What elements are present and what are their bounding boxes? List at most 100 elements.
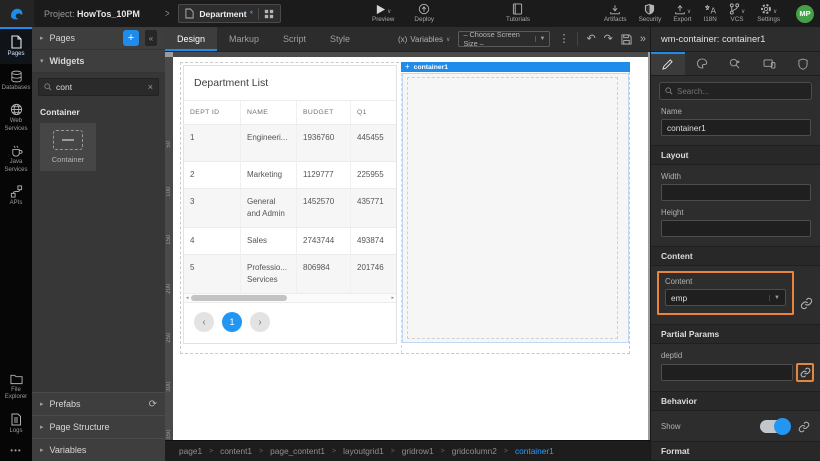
clear-search-icon[interactable]: × — [148, 82, 153, 92]
tab-script[interactable]: Script — [271, 27, 318, 51]
name-label: Name — [661, 107, 810, 116]
properties-search-input[interactable] — [677, 87, 806, 96]
breadcrumb-item[interactable]: content1 — [220, 446, 252, 456]
rail-item-apis[interactable]: APIs — [0, 179, 32, 213]
drag-handle-icon[interactable]: + — [405, 63, 410, 71]
data-table-widget[interactable]: Department List DEPT ID NAME BUDGET Q1 1… — [183, 65, 397, 344]
deploy-button[interactable]: Deploy — [414, 4, 434, 23]
tutorials-button[interactable]: Tutorials — [506, 4, 530, 23]
more-options-icon[interactable]: ⋮ — [558, 34, 569, 45]
container1-inner-dropzone[interactable] — [407, 77, 618, 339]
rail-item-logs[interactable]: Logs — [0, 407, 32, 441]
collapse-right-panel-icon[interactable]: » — [640, 34, 646, 45]
tab-markup[interactable]: Markup — [217, 27, 271, 51]
tab-devices[interactable] — [752, 52, 786, 75]
page-structure-section-header[interactable]: ▸ Page Structure — [32, 415, 165, 438]
design-canvas: 50100150200250300350 Department List DEP… — [165, 52, 650, 440]
table-row[interactable]: 5 Professio... Services 806984 201746 — [184, 255, 396, 294]
column-header-q1[interactable]: Q1 — [351, 101, 396, 124]
rail-item-file-explorer[interactable]: File Explorer — [0, 367, 32, 407]
table-row[interactable]: 3 General and Admin 1452570 435771 — [184, 189, 396, 228]
left-panel: ▸ Pages + « ▾ Widgets × Container Contai… — [32, 27, 165, 461]
rail-overflow-button[interactable]: ••• — [0, 440, 32, 461]
tab-style[interactable]: Style — [318, 27, 362, 51]
rail-item-java-services[interactable]: Java Services — [0, 138, 32, 179]
rail-item-web-services[interactable]: Web Services — [0, 97, 32, 138]
name-input[interactable] — [661, 119, 811, 136]
tab-security[interactable] — [786, 52, 820, 75]
bind-link-icon[interactable] — [800, 297, 813, 310]
tab-properties[interactable] — [651, 52, 685, 75]
screen-size-dropdown[interactable]: – Choose Screen Size – ▼ — [458, 31, 550, 47]
container-widget-tile[interactable]: Container — [40, 123, 96, 171]
collapse-panel-button[interactable]: « — [145, 30, 157, 46]
redo-icon[interactable]: ↷ — [604, 34, 613, 45]
deptid-bind-highlight-box[interactable] — [796, 363, 814, 382]
palette-icon — [696, 58, 708, 69]
bind-link-icon[interactable] — [798, 421, 810, 433]
tab-design[interactable]: Design — [165, 27, 217, 51]
rail-item-databases[interactable]: Databases — [0, 64, 32, 98]
devices-icon — [763, 59, 776, 69]
table-row[interactable]: 2 Marketing 1129777 225955 — [184, 162, 396, 189]
variables-dropdown[interactable]: (x) Variables ∨ — [398, 35, 451, 44]
tab-events[interactable] — [719, 52, 753, 75]
table-row[interactable]: 1 Engineeri... 1936760 445455 — [184, 125, 396, 162]
layout-grid-row[interactable]: Department List DEPT ID NAME BUDGET Q1 1… — [180, 62, 630, 354]
scroll-left-icon[interactable]: ◂ — [186, 296, 189, 301]
scroll-right-icon[interactable]: ▸ — [391, 296, 394, 301]
content-select[interactable]: emp ▼ — [665, 289, 786, 306]
prefabs-section-header[interactable]: ▸ Prefabs ⟳ — [32, 392, 165, 415]
refresh-icon[interactable]: ⟳ — [149, 399, 157, 410]
preview-button[interactable]: ∨ Preview — [372, 4, 394, 23]
deptid-input[interactable] — [661, 364, 793, 381]
undo-icon[interactable]: ↶ — [586, 34, 595, 45]
variables-section-header[interactable]: ▸ Variables — [32, 438, 165, 461]
height-input[interactable] — [661, 220, 811, 237]
column-header-deptid[interactable]: DEPT ID — [184, 101, 241, 124]
column-header-budget[interactable]: BUDGET — [297, 101, 351, 124]
column-header-name[interactable]: NAME — [241, 101, 297, 124]
selected-widget-tag[interactable]: + container1 — [401, 62, 630, 72]
scrollbar-thumb[interactable] — [191, 295, 287, 301]
vcs-button[interactable]: ∨ VCS — [729, 4, 745, 23]
add-page-button[interactable]: + — [123, 30, 139, 46]
height-label: Height — [661, 208, 810, 217]
properties-tabs — [651, 52, 820, 76]
tab-styles[interactable] — [685, 52, 719, 75]
table-row[interactable]: 4 Sales 2743744 493874 — [184, 228, 396, 255]
page-surface[interactable]: Department List DEPT ID NAME BUDGET Q1 1… — [173, 57, 648, 440]
grid-column-2[interactable]: + container1 — [401, 63, 629, 353]
pagination-prev-button[interactable]: ‹ — [194, 312, 214, 332]
table-horizontal-scrollbar[interactable]: ◂ ▸ — [184, 294, 396, 303]
save-icon[interactable] — [621, 34, 632, 45]
rail-item-pages[interactable]: Pages — [0, 27, 32, 64]
pages-section-header[interactable]: ▸ Pages + « — [32, 27, 165, 50]
breadcrumb-item[interactable]: gridcolumn2 — [452, 446, 497, 456]
breadcrumb-item[interactable]: gridrow1 — [402, 446, 434, 456]
pagination-page-button[interactable]: 1 — [222, 312, 242, 332]
export-button[interactable]: ∨ Export — [673, 4, 691, 23]
container1-widget[interactable] — [402, 73, 629, 343]
page-tab[interactable]: Department * — [178, 4, 281, 23]
caret-right-icon: ▸ — [40, 446, 44, 454]
artifacts-button[interactable]: Artifacts — [604, 4, 627, 23]
breadcrumb-item[interactable]: page1 — [179, 446, 202, 456]
chevron-right-icon[interactable]: > — [165, 8, 170, 20]
i18n-button[interactable]: A I18N — [704, 4, 717, 23]
show-toggle[interactable] — [760, 420, 790, 433]
width-label: Width — [661, 172, 810, 181]
settings-button[interactable]: ∨ Settings — [757, 4, 780, 23]
user-avatar[interactable]: MP — [796, 5, 814, 23]
breadcrumb-item[interactable]: page_content1 — [270, 446, 325, 456]
security-button[interactable]: Security — [639, 4, 662, 23]
grid-view-icon[interactable] — [264, 9, 274, 19]
app-logo[interactable] — [0, 0, 34, 27]
breadcrumb-item[interactable]: layoutgrid1 — [343, 446, 384, 456]
width-input[interactable] — [661, 184, 811, 201]
widgets-section-header[interactable]: ▾ Widgets — [32, 50, 165, 73]
widget-search-input[interactable] — [56, 82, 144, 92]
pagination-next-button[interactable]: › — [250, 312, 270, 332]
breadcrumb-item-active[interactable]: container1 — [515, 446, 554, 456]
grid-column-1[interactable]: Department List DEPT ID NAME BUDGET Q1 1… — [181, 63, 401, 353]
